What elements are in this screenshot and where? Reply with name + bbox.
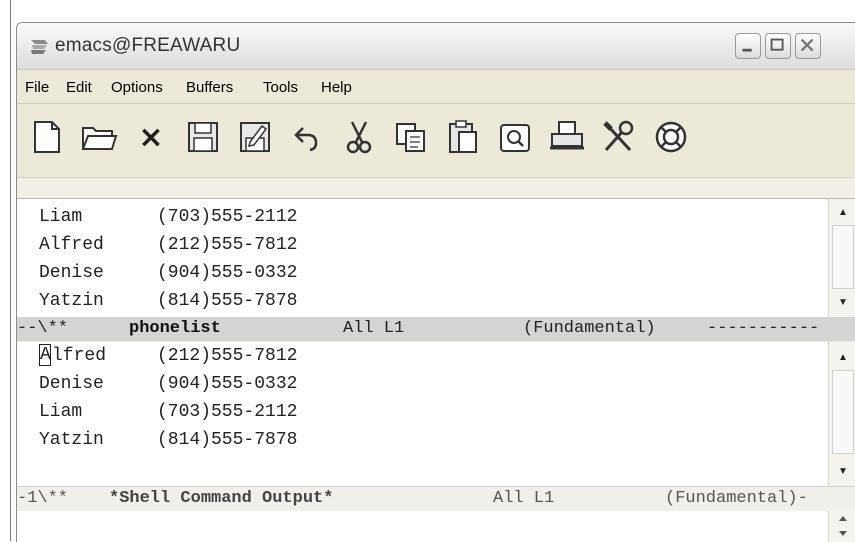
menu-bar: File Edit Options Buffers Tools Help <box>17 71 855 104</box>
menu-tools[interactable]: Tools <box>263 79 298 96</box>
minimize-button[interactable] <box>735 33 761 59</box>
cut-icon <box>346 121 372 154</box>
contact-phone: (904)555-0332 <box>157 374 298 394</box>
phonelist-modeline[interactable]: --\** phonelist All L1 (Fundamental) ---… <box>17 317 855 341</box>
maximize-icon <box>770 38 784 51</box>
contact-phone: (814)555-7878 <box>157 430 298 450</box>
emacs-app-icon <box>31 40 48 54</box>
menu-edit[interactable]: Edit <box>66 79 92 96</box>
new-file-button[interactable] <box>27 117 67 157</box>
scroll-down-icon[interactable]: ▼ <box>833 293 853 313</box>
tool-bar: × <box>17 105 855 177</box>
contact-name: Yatzin <box>39 430 104 450</box>
contact-name: lfred <box>52 346 107 366</box>
menu-help[interactable]: Help <box>321 79 352 96</box>
preferences-icon <box>603 120 634 152</box>
save-as-icon <box>240 122 270 152</box>
undo-icon <box>294 127 318 152</box>
scroll-up-icon[interactable]: ▲ <box>833 348 853 368</box>
modeline-buffer-name: *Shell Command Output* <box>109 489 334 508</box>
modeline-major-mode: (Fundamental)- <box>665 489 808 508</box>
search-icon <box>500 124 530 152</box>
contact-name: Denise <box>39 263 104 283</box>
save-button[interactable] <box>183 117 223 157</box>
scroll-thumb[interactable] <box>832 370 854 454</box>
modeline-major-mode: (Fundamental) <box>523 319 656 338</box>
contact-name: Denise <box>39 374 104 394</box>
title-bar[interactable]: emacs@FREAWARU <box>17 23 855 70</box>
scroll-down-icon[interactable]: ▼ <box>833 462 853 482</box>
save-icon <box>188 122 218 152</box>
buffer-line: Alfred (212)555-7812 <box>39 342 297 370</box>
modeline-status: --\** <box>17 319 69 338</box>
buffer-line: Yatzin (814)555-7878 <box>39 287 297 315</box>
search-button[interactable] <box>495 117 535 157</box>
menu-buffers[interactable]: Buffers <box>186 79 233 96</box>
minimize-icon <box>742 48 752 52</box>
scroll-up-icon[interactable]: ▲ <box>833 203 853 223</box>
minibuffer-scrollbar[interactable] <box>828 511 855 542</box>
top-scrollbar[interactable]: ▲ ▼ <box>828 199 855 317</box>
contact-phone: (904)555-0332 <box>157 263 298 283</box>
modeline-status: -1\** <box>17 489 69 508</box>
print-button[interactable] <box>547 117 587 157</box>
undo-button[interactable] <box>287 117 327 157</box>
open-folder-button[interactable] <box>79 117 119 157</box>
paste-button[interactable] <box>443 117 483 157</box>
modeline-position: All L1 <box>493 489 555 508</box>
contact-name: Alfred <box>39 235 104 255</box>
contact-phone: (814)555-7878 <box>157 291 298 311</box>
shell-output-buffer[interactable]: Alfred (212)555-7812 Denise (904)555-0332 … <box>17 342 828 486</box>
contact-phone: (703)555-2112 <box>157 402 298 422</box>
contact-phone: (703)555-2112 <box>157 207 298 227</box>
maximize-button[interactable] <box>765 33 791 59</box>
menu-options[interactable]: Options <box>111 79 163 96</box>
copy-icon <box>396 123 425 152</box>
close-window-button[interactable] <box>795 33 821 59</box>
text-cursor: A <box>39 344 51 367</box>
scroll-thumb[interactable] <box>832 225 854 289</box>
open-folder-icon <box>81 127 118 150</box>
scroll-arrows-icon <box>839 516 847 536</box>
contact-phone: (212)555-7812 <box>157 346 298 366</box>
save-as-button[interactable] <box>235 117 275 157</box>
print-icon <box>550 121 584 150</box>
help-icon <box>655 121 687 153</box>
toolbar-separator <box>17 177 855 199</box>
cut-button[interactable] <box>339 117 379 157</box>
contact-name: Yatzin <box>39 291 104 311</box>
contact-name: Liam <box>39 207 83 227</box>
cursor-char: A <box>40 345 51 366</box>
help-button[interactable] <box>651 117 691 157</box>
paste-icon <box>449 120 477 153</box>
emacs-window: emacs@FREAWARU File Edit Options Buffers… <box>16 22 855 542</box>
modeline-position: All L1 <box>343 319 405 338</box>
preferences-button[interactable] <box>599 117 639 157</box>
buffer-line: Denise (904)555-0332 <box>39 370 297 398</box>
buffer-line: Alfred (212)555-7812 <box>39 231 297 259</box>
close-buffer-icon: × <box>138 119 164 155</box>
menu-file[interactable]: File <box>25 79 49 96</box>
modeline-buffer-name: phonelist <box>129 319 221 338</box>
buffer-line: Liam (703)555-2112 <box>39 203 297 231</box>
window-title: emacs@FREAWARU <box>55 35 241 56</box>
bottom-scrollbar[interactable]: ▲ ▼ <box>828 342 855 486</box>
buffer-line: Yatzin (814)555-7878 <box>39 426 297 454</box>
shell-output-modeline[interactable]: -1\** *Shell Command Output* All L1 (Fun… <box>17 486 855 511</box>
contact-name: Liam <box>39 402 83 422</box>
contact-phone: (212)555-7812 <box>157 235 298 255</box>
minibuffer[interactable] <box>17 511 828 542</box>
phonelist-buffer[interactable]: Liam (703)555-2112 Alfred (212)555-7812 De… <box>17 199 828 317</box>
buffer-line: Denise (904)555-0332 <box>39 259 297 287</box>
close-buffer-button[interactable]: × <box>131 117 171 157</box>
modeline-fill: ----------- <box>707 319 820 338</box>
new-file-icon <box>34 121 60 153</box>
copy-button[interactable] <box>391 117 431 157</box>
close-icon <box>800 38 814 52</box>
buffer-line: Liam (703)555-2112 <box>39 398 297 426</box>
